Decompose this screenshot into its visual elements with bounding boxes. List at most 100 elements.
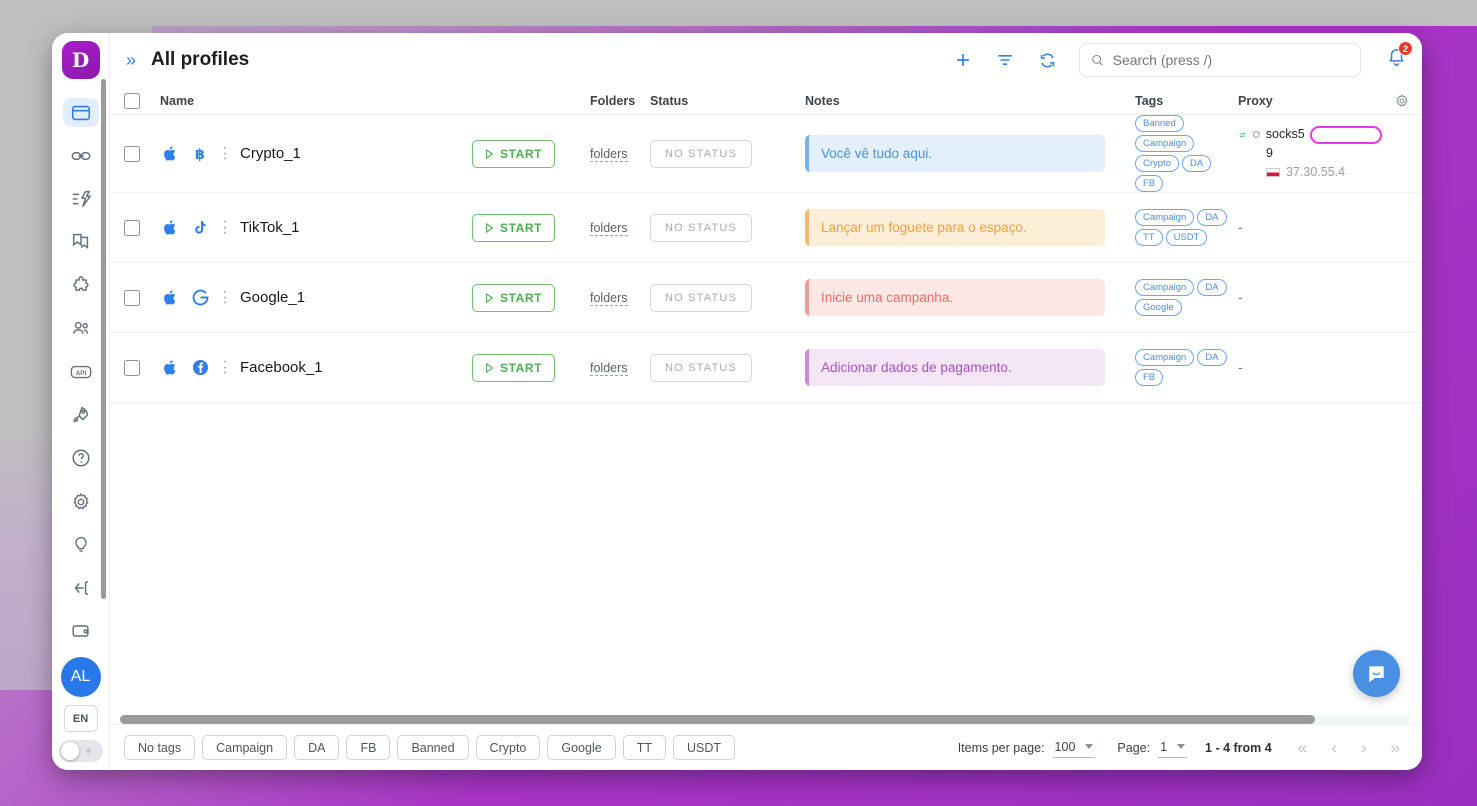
folders-link[interactable]: folders	[590, 220, 628, 236]
tag-filter-chip[interactable]: Campaign	[202, 735, 288, 760]
row-checkbox[interactable]	[124, 145, 140, 162]
tag-filter-chip[interactable]: No tags	[124, 735, 196, 760]
profile-tag[interactable]: Banned	[1135, 115, 1184, 132]
sidebar-item-proxies[interactable]	[63, 141, 99, 170]
profile-tag[interactable]: Google	[1135, 299, 1182, 316]
start-button[interactable]: START	[472, 353, 556, 382]
sidebar-item-cookies[interactable]	[63, 228, 99, 257]
status-badge[interactable]: NO STATUS	[650, 283, 753, 312]
sidebar-item-tips[interactable]	[63, 530, 99, 559]
items-per-page-label: Items per page:	[957, 740, 1045, 755]
search-input[interactable]	[1112, 52, 1350, 68]
sidebar-item-browser-profiles[interactable]	[62, 98, 99, 128]
search-box[interactable]	[1079, 43, 1361, 77]
notifications-button[interactable]: 2	[1385, 41, 1413, 74]
profile-tag[interactable]: DA	[1197, 349, 1227, 366]
tag-filter-chip[interactable]: Crypto	[475, 735, 541, 760]
add-profile-button[interactable]	[947, 44, 979, 76]
profile-tag[interactable]: USDT	[1165, 229, 1208, 246]
status-badge[interactable]: NO STATUS	[650, 353, 753, 382]
start-button[interactable]: START	[472, 283, 556, 312]
sidebar-item-logout[interactable]	[63, 574, 99, 603]
filter-button[interactable]	[989, 44, 1021, 76]
link-icon	[71, 151, 90, 160]
notification-badge: 2	[1398, 41, 1413, 56]
table-row[interactable]: · · · TikTok_1 START folders NO STATUS Lan…	[110, 193, 1422, 263]
table-row[interactable]: · · · Facebook_1 START folders NO STATUS A…	[110, 333, 1422, 403]
table-body: ฿ · · · Crypto_1 START folders NO STATUS V…	[110, 115, 1422, 715]
status-badge[interactable]: NO STATUS	[650, 213, 753, 242]
language-switcher[interactable]: EN	[63, 705, 98, 732]
tag-filter-chip[interactable]: Banned	[397, 735, 469, 760]
sidebar-item-extensions[interactable]	[63, 271, 99, 300]
profile-note[interactable]: Adicionar dados de pagamento.	[805, 349, 1105, 386]
chat-widget-button[interactable]	[1353, 650, 1400, 697]
sidebar-item-settings[interactable]	[63, 487, 99, 516]
tag-filter-chip[interactable]: Google	[547, 735, 616, 760]
chevron-double-right-icon[interactable]: »	[126, 50, 136, 71]
theme-toggle[interactable]: ☀	[58, 740, 103, 762]
row-menu-button[interactable]: · · ·	[220, 284, 230, 310]
profile-note[interactable]: Inicie uma campanha.	[805, 279, 1105, 316]
table-row[interactable]: · · · Google_1 START folders NO STATUS Ini…	[110, 263, 1422, 333]
profile-tag[interactable]: DA	[1197, 209, 1227, 226]
folders-link[interactable]: folders	[590, 360, 628, 376]
row-checkbox[interactable]	[124, 359, 140, 376]
page-select[interactable]: 1	[1158, 738, 1188, 758]
tag-filter-chip[interactable]: USDT	[672, 735, 735, 760]
tag-filter-chip[interactable]: DA	[294, 735, 340, 760]
sidebar-item-api[interactable]: API	[63, 357, 99, 386]
sidebar-item-team[interactable]	[63, 314, 99, 343]
profile-tag[interactable]: Campaign	[1135, 135, 1195, 152]
profile-tag[interactable]: FB	[1135, 175, 1164, 192]
horizontal-scrollbar-track[interactable]	[120, 715, 1410, 724]
page-value: 1	[1160, 739, 1168, 754]
first-page-button[interactable]: «	[1290, 738, 1315, 758]
sidebar-item-quick-start[interactable]	[63, 401, 99, 430]
sidebar-scrollbar[interactable]	[101, 79, 106, 599]
table-row[interactable]: ฿ · · · Crypto_1 START folders NO STATUS V…	[110, 115, 1422, 193]
proxy-swap-icon[interactable]	[1238, 128, 1247, 142]
row-menu-button[interactable]: · · ·	[220, 214, 230, 240]
profile-tag[interactable]: DA	[1181, 155, 1212, 172]
start-button[interactable]: START	[472, 139, 556, 168]
profile-tag[interactable]: Campaign	[1135, 209, 1195, 226]
profile-tag[interactable]: Campaign	[1135, 349, 1195, 366]
profile-tag[interactable]: FB	[1135, 369, 1164, 386]
profile-tag[interactable]: DA	[1197, 279, 1227, 296]
tag-filter-chip[interactable]: FB	[346, 735, 391, 760]
proxy-ip: 37.30.55.4	[1266, 163, 1382, 182]
profile-tag[interactable]: TT	[1135, 229, 1163, 246]
row-checkbox[interactable]	[124, 219, 140, 236]
items-per-page-select[interactable]: 100	[1052, 738, 1096, 758]
row-menu-button[interactable]: · · ·	[220, 354, 230, 380]
sidebar-item-help[interactable]	[63, 444, 99, 473]
start-button[interactable]: START	[472, 213, 556, 242]
table-settings-gear-icon[interactable]	[1394, 93, 1410, 109]
next-page-button[interactable]: ›	[1353, 738, 1375, 758]
row-menu-button[interactable]: · · ·	[220, 140, 230, 166]
profile-tag[interactable]: Crypto	[1135, 155, 1179, 172]
status-badge[interactable]: NO STATUS	[650, 139, 753, 168]
refresh-button[interactable]	[1031, 44, 1063, 76]
app-logo[interactable]: D	[61, 41, 100, 79]
folders-link[interactable]: folders	[590, 146, 628, 162]
os-icon-cell	[160, 288, 180, 307]
folders-link[interactable]: folders	[590, 290, 628, 306]
sidebar-item-automation[interactable]	[63, 184, 99, 213]
last-page-button[interactable]: »	[1383, 738, 1408, 758]
profile-tag[interactable]: Campaign	[1135, 279, 1195, 296]
horizontal-scrollbar-thumb[interactable]	[120, 715, 1315, 724]
row-checkbox[interactable]	[124, 289, 140, 306]
proxy-name-input[interactable]	[1309, 125, 1382, 144]
select-all-checkbox[interactable]	[124, 92, 140, 109]
sidebar-item-billing[interactable]	[63, 617, 99, 646]
prev-page-button[interactable]: ‹	[1323, 738, 1345, 758]
tag-filter-chip[interactable]: TT	[622, 735, 666, 760]
play-icon	[486, 292, 493, 303]
horizontal-scroll-area[interactable]	[110, 715, 1422, 724]
profile-note[interactable]: Você vê tudo aqui.	[805, 135, 1105, 172]
avatar[interactable]: AL	[60, 657, 101, 697]
proxy-refresh-icon[interactable]	[1252, 128, 1261, 141]
profile-note[interactable]: Lançar um foguete para o espaço.	[805, 209, 1105, 246]
